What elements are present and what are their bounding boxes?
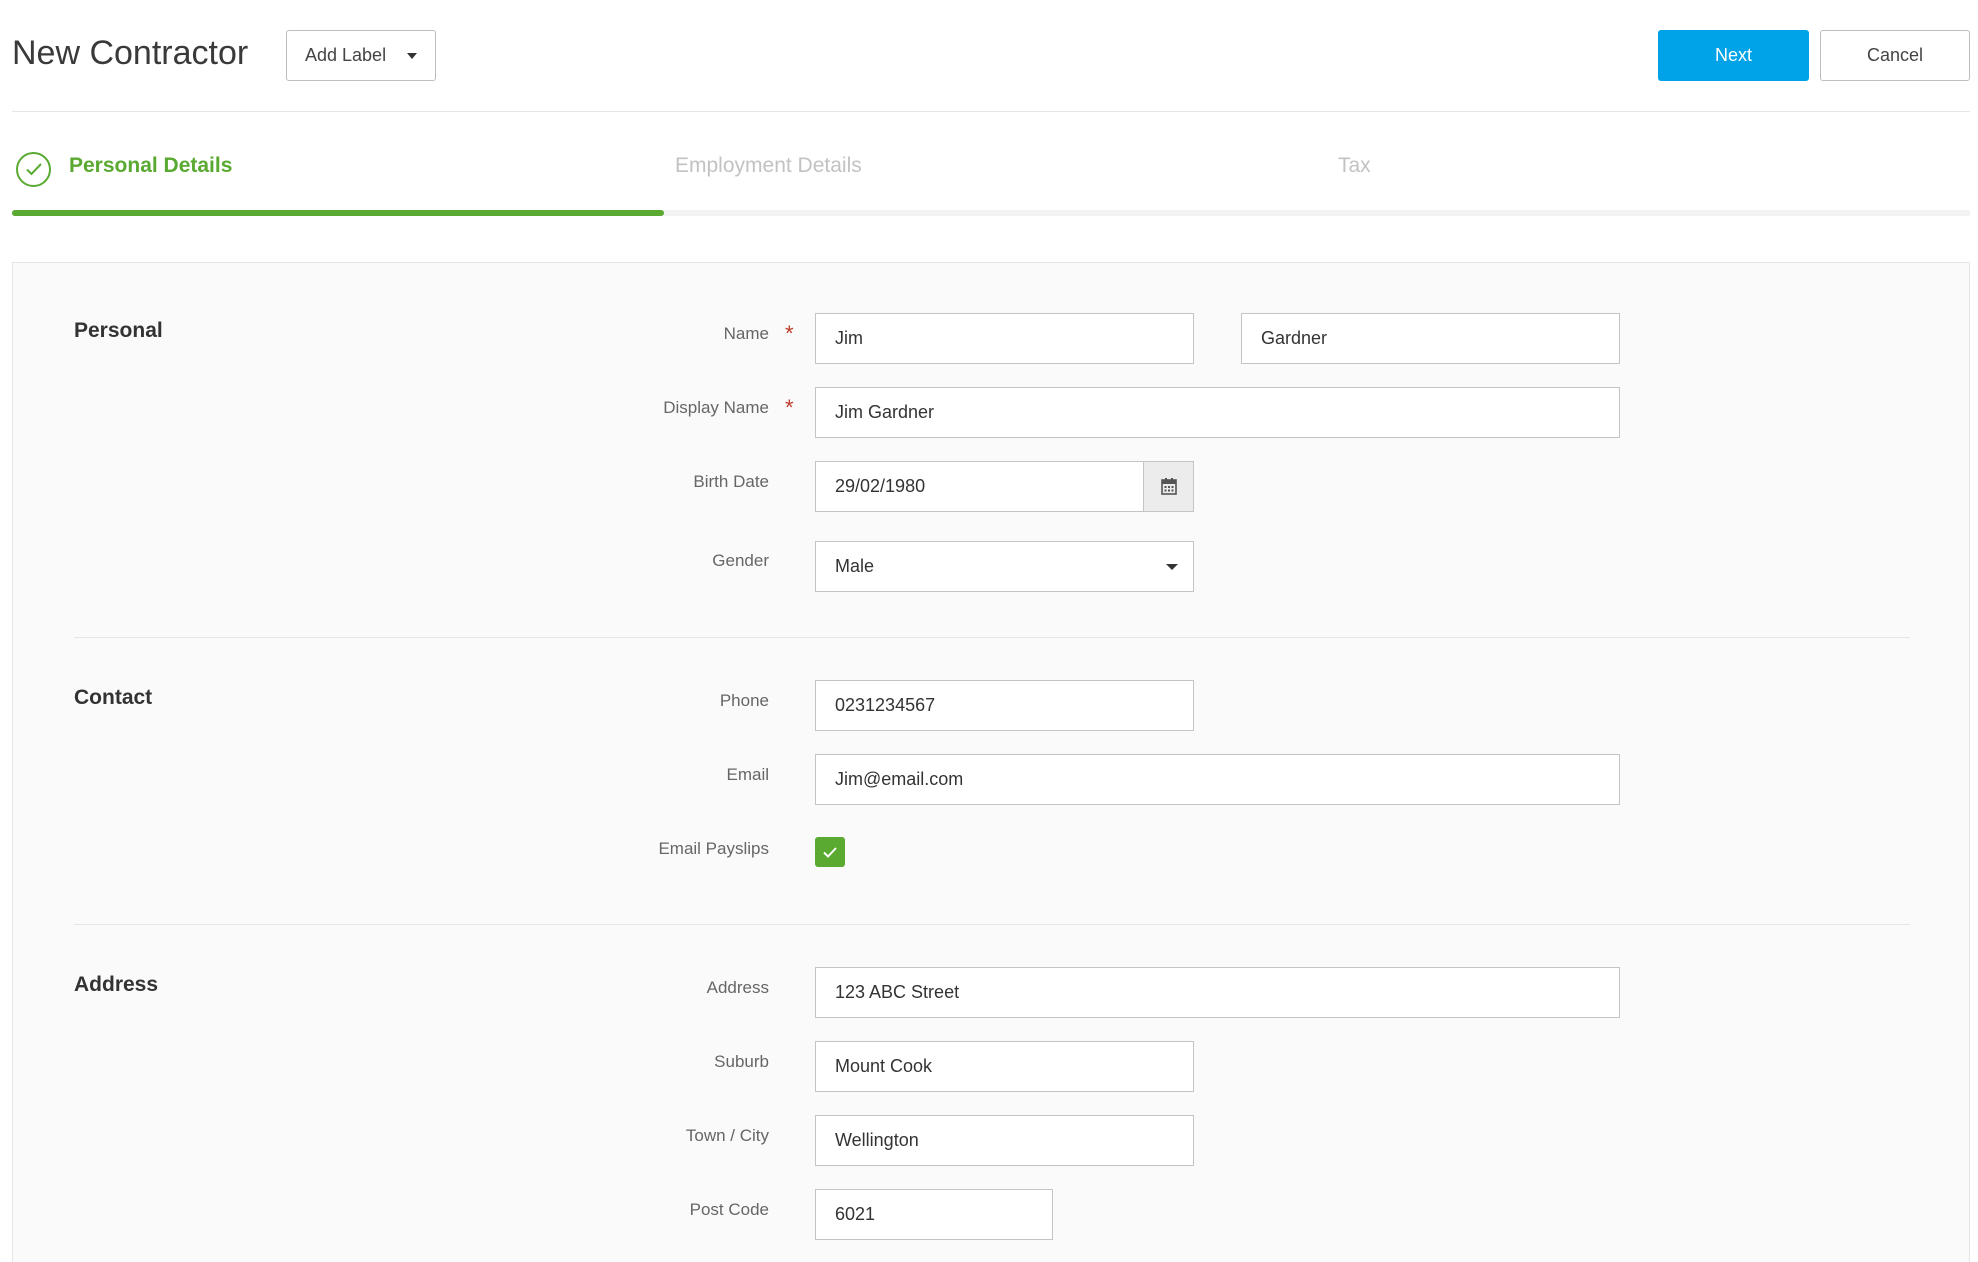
add-label-text: Add Label xyxy=(305,45,387,65)
email-payslips-label: Email Payslips xyxy=(658,839,769,858)
section-title-personal: Personal xyxy=(74,319,163,342)
phone-label: Phone xyxy=(719,691,769,710)
last-name-input[interactable]: Gardner xyxy=(1241,313,1620,364)
check-circle-icon xyxy=(16,152,51,187)
gender-value: Male xyxy=(835,556,875,576)
form-panel: Personal Name * Jim Gardner Display Name… xyxy=(12,262,1970,1262)
address-input[interactable]: 123 ABC Street xyxy=(815,967,1620,1018)
gender-select[interactable]: Male xyxy=(815,541,1194,592)
address-label: Address xyxy=(706,978,769,997)
display-name-label: Display Name xyxy=(663,398,769,417)
section-title-address: Address xyxy=(74,973,159,996)
suburb-input[interactable]: Mount Cook xyxy=(815,1041,1194,1092)
suburb-label: Suburb xyxy=(714,1052,769,1071)
required-marker: * xyxy=(785,321,794,346)
cancel-button[interactable]: Cancel xyxy=(1820,30,1970,81)
first-name-input[interactable]: Jim xyxy=(815,313,1194,364)
header-divider xyxy=(12,111,1970,112)
calendar-icon xyxy=(1160,478,1177,495)
display-name-input[interactable]: Jim Gardner xyxy=(815,387,1620,438)
section-divider xyxy=(74,924,1910,925)
name-label: Name xyxy=(723,324,769,343)
email-payslips-checkbox[interactable] xyxy=(815,837,845,867)
next-button[interactable]: Next xyxy=(1658,30,1809,81)
email-input[interactable]: Jim@email.com xyxy=(815,754,1620,805)
steps-progress-bar xyxy=(12,210,664,216)
calendar-button[interactable] xyxy=(1143,461,1194,512)
step-tax[interactable]: Tax xyxy=(1338,154,1371,178)
step-employment-details[interactable]: Employment Details xyxy=(675,154,862,178)
city-label: Town / City xyxy=(685,1126,769,1145)
section-title-contact: Contact xyxy=(74,686,153,709)
caret-down-icon xyxy=(407,53,417,59)
add-label-dropdown[interactable]: Add Label xyxy=(286,30,436,81)
check-icon xyxy=(823,846,837,858)
email-label: Email xyxy=(726,765,769,784)
city-input[interactable]: Wellington xyxy=(815,1115,1194,1166)
page-header: New Contractor Add Label Next Cancel xyxy=(0,0,1978,112)
postcode-input[interactable]: 6021 xyxy=(815,1189,1053,1240)
page-title: New Contractor xyxy=(12,34,249,72)
birth-date-label: Birth Date xyxy=(693,472,769,491)
phone-input[interactable]: 0231234567 xyxy=(815,680,1194,731)
section-divider xyxy=(74,637,1910,638)
required-marker: * xyxy=(785,395,794,420)
step-personal-details[interactable]: Personal Details xyxy=(69,154,232,178)
birth-date-input[interactable]: 29/02/1980 xyxy=(815,461,1143,512)
postcode-label: Post Code xyxy=(689,1200,769,1219)
wizard-steps: Personal Details Employment Details Tax xyxy=(12,140,1970,216)
gender-label: Gender xyxy=(712,551,769,570)
caret-down-icon xyxy=(1166,564,1178,570)
